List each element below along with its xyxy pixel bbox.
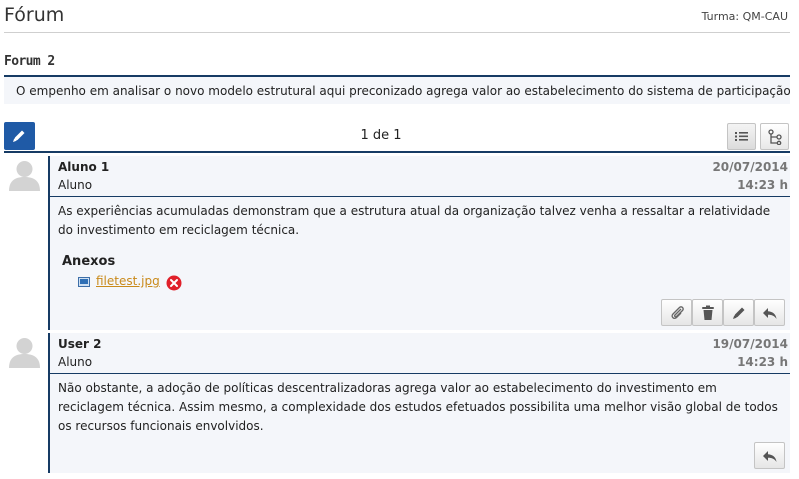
post-author-role: Aluno [58,355,93,369]
post-header-divider [50,196,790,197]
avatar [9,338,40,368]
thread-divider [4,151,790,153]
list-icon [735,132,748,141]
post-body: As experiências acumuladas demonstram qu… [58,204,771,237]
pagination-label: 1 de 1 [360,128,402,143]
reply-icon [763,451,777,462]
post-time: 14:23 h [737,178,788,192]
page-header: Fórum Turma: QM-CAU [4,0,790,33]
delete-button[interactable] [692,299,723,326]
tree-view-button[interactable] [760,123,789,150]
remove-attachment-icon[interactable] [166,275,182,291]
list-view-button[interactable] [727,123,756,150]
attachment-link[interactable]: filetest.jpg [96,274,160,288]
reply-icon [763,308,777,319]
attachments-title: Anexos [62,254,116,269]
tree-icon [768,129,782,145]
pencil-icon [733,307,745,319]
post-header-divider [50,373,790,374]
post-date: 19/07/2014 [712,337,788,351]
reply-button[interactable] [754,442,785,469]
post-author: Aluno 1 [58,160,110,174]
post-body: Não obstante, a adoção de políticas desc… [58,381,778,433]
edit-button[interactable] [723,299,754,326]
attach-button[interactable] [661,299,692,326]
forum-description: O empenho em analisar o novo modelo estr… [4,75,790,104]
post-author-role: Aluno [58,178,93,192]
page-title: Fórum [4,4,65,26]
trash-icon [702,305,714,320]
class-label: Turma: QM-CAU [701,10,788,23]
forum-post: User 2 Aluno 19/07/2014 14:23 h Não obst… [48,333,790,473]
image-file-icon [78,277,90,287]
post-date: 20/07/2014 [712,160,788,174]
forum-name: Forum 2 [4,54,55,69]
forum-post: Aluno 1 Aluno 20/07/2014 14:23 h As expe… [48,156,790,330]
post-time: 14:23 h [737,355,788,369]
paperclip-icon [671,306,684,320]
post-author: User 2 [58,337,102,351]
avatar [9,161,40,191]
reply-button[interactable] [754,299,785,326]
